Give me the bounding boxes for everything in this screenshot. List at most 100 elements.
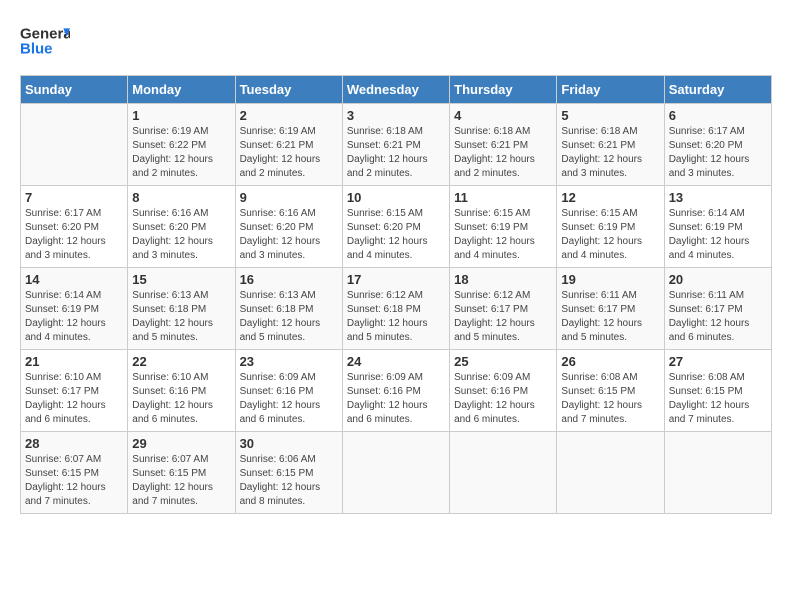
day-info: Sunrise: 6:14 AMSunset: 6:19 PMDaylight:… [25, 289, 123, 345]
day-number: 12 [561, 190, 659, 205]
calendar-week-1: 1 Sunrise: 6:19 AMSunset: 6:22 PMDaylight… [21, 104, 772, 186]
day-number: 18 [454, 272, 552, 287]
day-number: 20 [669, 272, 767, 287]
day-info: Sunrise: 6:15 AMSunset: 6:19 PMDaylight:… [454, 207, 552, 263]
day-info: Sunrise: 6:12 AMSunset: 6:18 PMDaylight:… [347, 289, 445, 345]
day-number: 28 [25, 436, 123, 451]
logo: General Blue [20, 20, 72, 65]
calendar-cell: 13 Sunrise: 6:14 AMSunset: 6:19 PMDayligh… [664, 186, 771, 268]
day-number: 22 [132, 354, 230, 369]
day-info: Sunrise: 6:12 AMSunset: 6:17 PMDaylight:… [454, 289, 552, 345]
day-info: Sunrise: 6:09 AMSunset: 6:16 PMDaylight:… [454, 371, 552, 427]
day-number: 29 [132, 436, 230, 451]
calendar-cell: 30 Sunrise: 6:06 AMSunset: 6:15 PMDayligh… [235, 432, 342, 514]
calendar-week-3: 14 Sunrise: 6:14 AMSunset: 6:19 PMDayligh… [21, 268, 772, 350]
calendar-cell: 23 Sunrise: 6:09 AMSunset: 6:16 PMDayligh… [235, 350, 342, 432]
day-number: 9 [240, 190, 338, 205]
day-info: Sunrise: 6:16 AMSunset: 6:20 PMDaylight:… [240, 207, 338, 263]
calendar-cell: 29 Sunrise: 6:07 AMSunset: 6:15 PMDayligh… [128, 432, 235, 514]
calendar-cell: 18 Sunrise: 6:12 AMSunset: 6:17 PMDayligh… [450, 268, 557, 350]
day-info: Sunrise: 6:18 AMSunset: 6:21 PMDaylight:… [454, 125, 552, 181]
header: General Blue [20, 20, 772, 65]
column-header-thursday: Thursday [450, 76, 557, 104]
svg-text:Blue: Blue [20, 40, 53, 57]
calendar-cell: 5 Sunrise: 6:18 AMSunset: 6:21 PMDaylight… [557, 104, 664, 186]
day-number: 24 [347, 354, 445, 369]
calendar-cell: 16 Sunrise: 6:13 AMSunset: 6:18 PMDayligh… [235, 268, 342, 350]
day-number: 7 [25, 190, 123, 205]
calendar-cell: 8 Sunrise: 6:16 AMSunset: 6:20 PMDaylight… [128, 186, 235, 268]
calendar-cell: 14 Sunrise: 6:14 AMSunset: 6:19 PMDayligh… [21, 268, 128, 350]
day-number: 27 [669, 354, 767, 369]
day-info: Sunrise: 6:18 AMSunset: 6:21 PMDaylight:… [347, 125, 445, 181]
calendar-cell: 9 Sunrise: 6:16 AMSunset: 6:20 PMDaylight… [235, 186, 342, 268]
calendar-cell: 21 Sunrise: 6:10 AMSunset: 6:17 PMDayligh… [21, 350, 128, 432]
column-header-wednesday: Wednesday [342, 76, 449, 104]
calendar-cell: 11 Sunrise: 6:15 AMSunset: 6:19 PMDayligh… [450, 186, 557, 268]
day-info: Sunrise: 6:07 AMSunset: 6:15 PMDaylight:… [132, 453, 230, 509]
calendar-cell [664, 432, 771, 514]
calendar-cell: 2 Sunrise: 6:19 AMSunset: 6:21 PMDaylight… [235, 104, 342, 186]
day-info: Sunrise: 6:19 AMSunset: 6:21 PMDaylight:… [240, 125, 338, 181]
calendar-cell: 19 Sunrise: 6:11 AMSunset: 6:17 PMDayligh… [557, 268, 664, 350]
calendar-table: SundayMondayTuesdayWednesdayThursdayFrid… [20, 75, 772, 514]
day-info: Sunrise: 6:14 AMSunset: 6:19 PMDaylight:… [669, 207, 767, 263]
calendar-cell: 15Sunrise: 6:13 AMSunset: 6:18 PMDayligh… [128, 268, 235, 350]
day-info: Sunrise: 6:08 AMSunset: 6:15 PMDaylight:… [561, 371, 659, 427]
day-info: Sunrise: 6:11 AMSunset: 6:17 PMDaylight:… [561, 289, 659, 345]
day-number: 14 [25, 272, 123, 287]
column-header-friday: Friday [557, 76, 664, 104]
day-info: Sunrise: 6:17 AMSunset: 6:20 PMDaylight:… [669, 125, 767, 181]
calendar-cell [21, 104, 128, 186]
column-header-monday: Monday [128, 76, 235, 104]
column-header-saturday: Saturday [664, 76, 771, 104]
day-number: 3 [347, 108, 445, 123]
day-number: 8 [132, 190, 230, 205]
calendar-cell: 22 Sunrise: 6:10 AMSunset: 6:16 PMDayligh… [128, 350, 235, 432]
day-number: 15 [132, 272, 230, 287]
calendar-cell: 6Sunrise: 6:17 AMSunset: 6:20 PMDaylight… [664, 104, 771, 186]
day-info: Sunrise: 6:08 AMSunset: 6:15 PMDaylight:… [669, 371, 767, 427]
day-info: Sunrise: 6:16 AMSunset: 6:20 PMDaylight:… [132, 207, 230, 263]
calendar-cell: 1 Sunrise: 6:19 AMSunset: 6:22 PMDaylight… [128, 104, 235, 186]
day-info: Sunrise: 6:17 AMSunset: 6:20 PMDaylight:… [25, 207, 123, 263]
day-number: 19 [561, 272, 659, 287]
calendar-cell: 25 Sunrise: 6:09 AMSunset: 6:16 PMDayligh… [450, 350, 557, 432]
day-info: Sunrise: 6:09 AMSunset: 6:16 PMDaylight:… [240, 371, 338, 427]
day-info: Sunrise: 6:13 AMSunset: 6:18 PMDaylight:… [240, 289, 338, 345]
calendar-cell: 10 Sunrise: 6:15 AMSunset: 6:20 PMDayligh… [342, 186, 449, 268]
day-number: 16 [240, 272, 338, 287]
day-number: 2 [240, 108, 338, 123]
day-info: Sunrise: 6:09 AMSunset: 6:16 PMDaylight:… [347, 371, 445, 427]
calendar-cell: 12Sunrise: 6:15 AMSunset: 6:19 PMDayligh… [557, 186, 664, 268]
day-info: Sunrise: 6:15 AMSunset: 6:20 PMDaylight:… [347, 207, 445, 263]
day-number: 13 [669, 190, 767, 205]
day-info: Sunrise: 6:11 AMSunset: 6:17 PMDaylight:… [669, 289, 767, 345]
column-header-tuesday: Tuesday [235, 76, 342, 104]
day-info: Sunrise: 6:06 AMSunset: 6:15 PMDaylight:… [240, 453, 338, 509]
calendar-cell: 3 Sunrise: 6:18 AMSunset: 6:21 PMDaylight… [342, 104, 449, 186]
calendar-cell: 7 Sunrise: 6:17 AMSunset: 6:20 PMDaylight… [21, 186, 128, 268]
day-info: Sunrise: 6:10 AMSunset: 6:16 PMDaylight:… [132, 371, 230, 427]
calendar-cell: 24 Sunrise: 6:09 AMSunset: 6:16 PMDayligh… [342, 350, 449, 432]
day-info: Sunrise: 6:07 AMSunset: 6:15 PMDaylight:… [25, 453, 123, 509]
day-info: Sunrise: 6:18 AMSunset: 6:21 PMDaylight:… [561, 125, 659, 181]
day-number: 23 [240, 354, 338, 369]
day-number: 1 [132, 108, 230, 123]
calendar-cell: 20 Sunrise: 6:11 AMSunset: 6:17 PMDayligh… [664, 268, 771, 350]
calendar-cell: 26Sunrise: 6:08 AMSunset: 6:15 PMDayligh… [557, 350, 664, 432]
day-number: 10 [347, 190, 445, 205]
calendar-cell [557, 432, 664, 514]
day-info: Sunrise: 6:19 AMSunset: 6:22 PMDaylight:… [132, 125, 230, 181]
day-info: Sunrise: 6:10 AMSunset: 6:17 PMDaylight:… [25, 371, 123, 427]
calendar-cell: 4 Sunrise: 6:18 AMSunset: 6:21 PMDaylight… [450, 104, 557, 186]
day-number: 5 [561, 108, 659, 123]
calendar-cell [450, 432, 557, 514]
column-header-sunday: Sunday [21, 76, 128, 104]
day-number: 11 [454, 190, 552, 205]
calendar-cell: 28 Sunrise: 6:07 AMSunset: 6:15 PMDayligh… [21, 432, 128, 514]
day-number: 4 [454, 108, 552, 123]
day-number: 30 [240, 436, 338, 451]
day-number: 21 [25, 354, 123, 369]
day-number: 25 [454, 354, 552, 369]
